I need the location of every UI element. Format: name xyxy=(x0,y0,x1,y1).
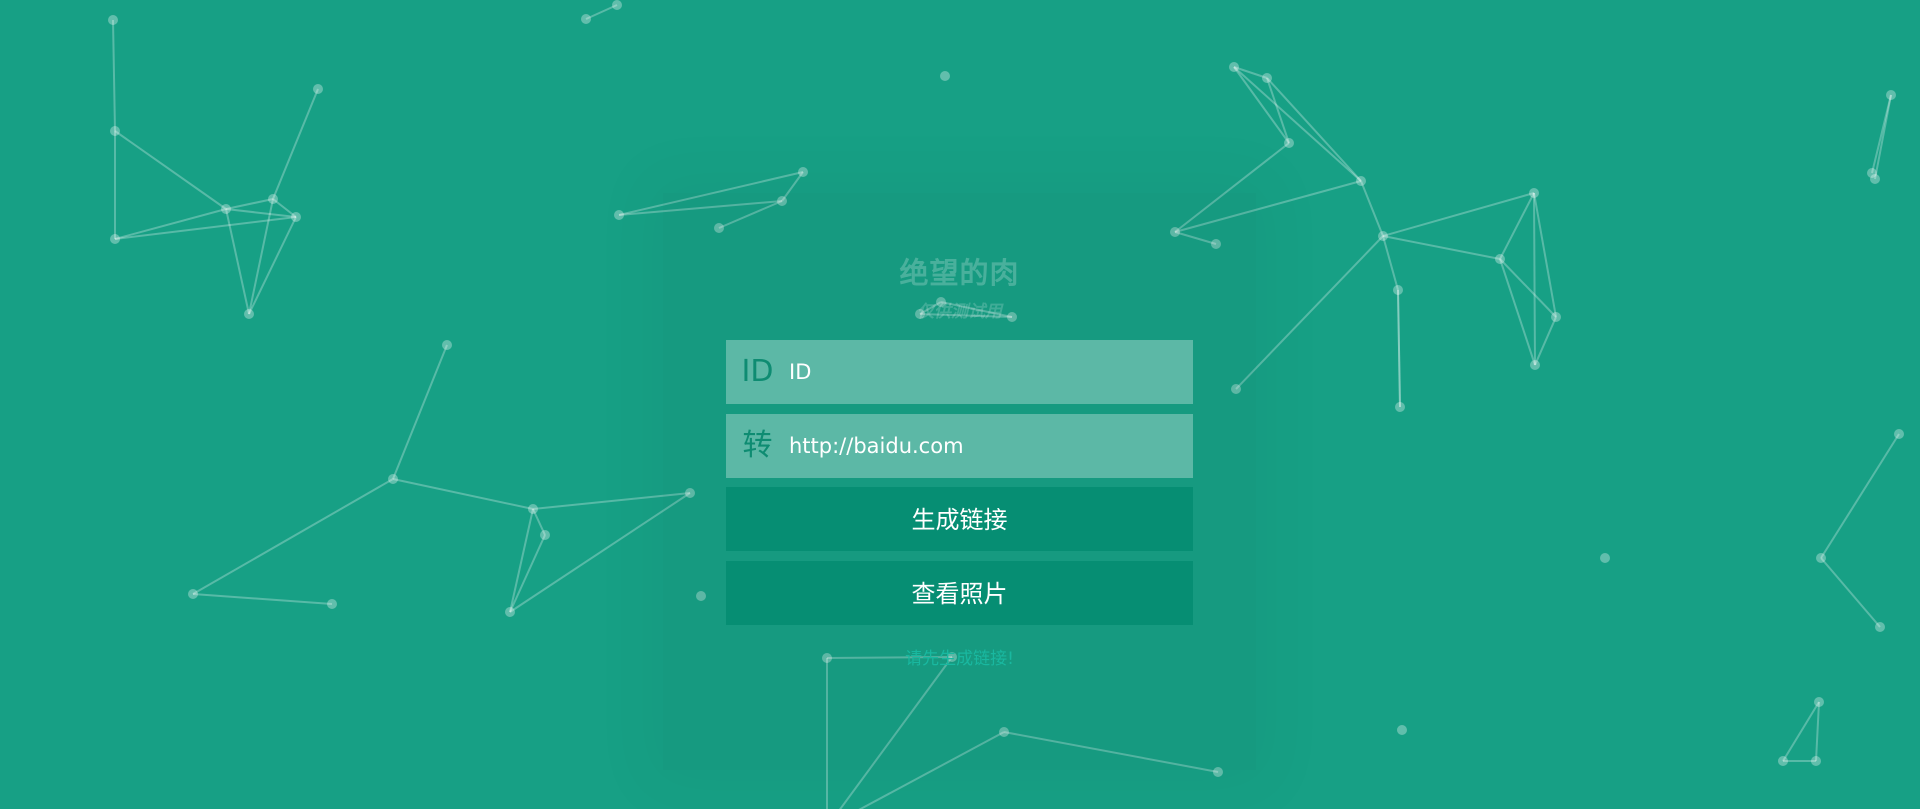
particle-dot xyxy=(940,71,950,81)
particle-dot xyxy=(1811,756,1821,766)
particle-link xyxy=(1820,557,1881,628)
particle-dot xyxy=(1229,62,1239,72)
particle-link xyxy=(509,508,534,613)
particle-link xyxy=(1820,433,1900,559)
page-title: 绝望的肉 xyxy=(899,256,1020,290)
particle-link xyxy=(225,208,297,218)
particle-dot xyxy=(1778,756,1788,766)
particle-dot xyxy=(612,0,622,10)
particle-dot xyxy=(505,607,515,617)
particle-dot xyxy=(528,504,538,514)
particle-dot xyxy=(1284,138,1294,148)
particle-dot xyxy=(1816,553,1826,563)
particle-link xyxy=(1533,192,1536,366)
particle-link xyxy=(248,198,274,315)
particle-dot xyxy=(268,194,278,204)
login-panel: 绝望的肉 仅供测试用 ID 转 生成链接 查看照片 请先生成链接! xyxy=(663,193,1256,770)
particle-dot xyxy=(614,210,624,220)
particle-dot xyxy=(221,204,231,214)
particle-link xyxy=(1360,180,1384,237)
particle-link xyxy=(1233,66,1290,144)
particle-link xyxy=(1815,701,1820,762)
particle-dot xyxy=(540,530,550,540)
particle-dot xyxy=(581,14,591,24)
id-input[interactable] xyxy=(789,340,1179,404)
particle-dot xyxy=(442,340,452,350)
status-message: 请先生成链接! xyxy=(905,649,1014,669)
particle-dot xyxy=(110,234,120,244)
particle-link xyxy=(1782,701,1820,762)
particle-dot xyxy=(1395,402,1405,412)
particle-dot xyxy=(108,15,118,25)
particle-link xyxy=(1266,77,1362,182)
particle-link xyxy=(392,478,534,510)
particle-link xyxy=(272,88,319,200)
generate-link-button[interactable]: 生成链接 xyxy=(726,487,1193,551)
particle-dot xyxy=(1814,697,1824,707)
particle-link xyxy=(1534,316,1557,366)
particle-dot xyxy=(1894,429,1904,439)
particle-link xyxy=(114,208,227,240)
particle-dot xyxy=(1875,622,1885,632)
particle-dot xyxy=(1870,174,1880,184)
particle-link xyxy=(1499,258,1536,366)
particle-link xyxy=(1382,235,1399,291)
particle-dot xyxy=(1356,176,1366,186)
redirect-url-input[interactable] xyxy=(789,414,1179,478)
particle-dot xyxy=(1529,188,1539,198)
particle-link xyxy=(1235,235,1384,390)
particle-dot xyxy=(1551,312,1561,322)
particle-dot xyxy=(313,84,323,94)
particle-dot xyxy=(1397,725,1407,735)
particle-link xyxy=(248,216,297,315)
page-subtitle: 仅供测试用 xyxy=(917,302,1002,322)
page-background: 绝望的肉 仅供测试用 ID 转 生成链接 查看照片 请先生成链接! xyxy=(0,0,1920,809)
particle-link xyxy=(585,4,618,20)
particle-dot xyxy=(1393,285,1403,295)
particle-link xyxy=(225,198,274,210)
view-photos-button[interactable]: 查看照片 xyxy=(726,561,1193,625)
redirect-label: 转 xyxy=(742,428,773,463)
particle-dot xyxy=(327,599,337,609)
particle-dot xyxy=(244,309,254,319)
particle-link xyxy=(192,478,394,595)
particle-link xyxy=(1874,94,1892,180)
redirect-url-field: 转 xyxy=(726,414,1193,478)
particle-link xyxy=(1397,289,1401,408)
particle-link xyxy=(112,19,116,132)
particle-dot xyxy=(188,589,198,599)
particle-dot xyxy=(1886,90,1896,100)
particle-link xyxy=(392,344,448,480)
particle-link xyxy=(192,593,333,605)
particle-dot xyxy=(388,474,398,484)
particle-dot xyxy=(1600,553,1610,563)
id-label: ID xyxy=(741,354,774,389)
particle-dot xyxy=(1262,73,1272,83)
particle-link xyxy=(1233,66,1362,182)
particle-dot xyxy=(1378,231,1388,241)
particle-link xyxy=(1266,77,1290,144)
particle-dot xyxy=(1495,254,1505,264)
particle-link xyxy=(1382,235,1501,260)
id-field: ID xyxy=(726,340,1193,404)
particle-link xyxy=(1382,192,1535,237)
particle-link xyxy=(1499,192,1535,260)
particle-dot xyxy=(798,167,808,177)
particle-dot xyxy=(110,126,120,136)
particle-dot xyxy=(1530,360,1540,370)
particle-link xyxy=(114,130,227,210)
particle-dot xyxy=(291,212,301,222)
